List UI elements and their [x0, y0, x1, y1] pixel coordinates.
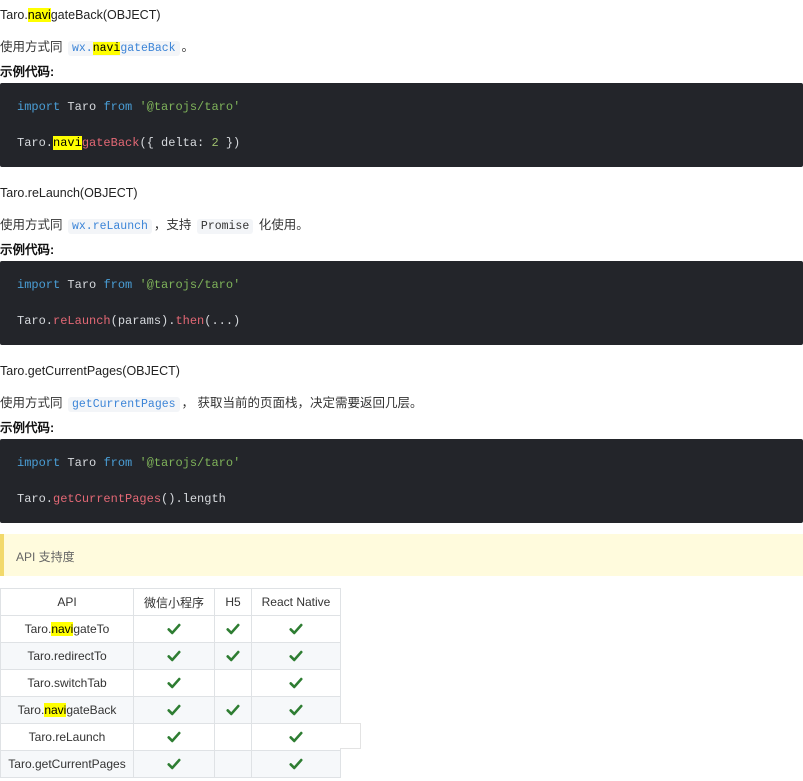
- api-name-cell: Taro.getCurrentPages: [0, 750, 134, 778]
- table-cell-overflow: [340, 723, 361, 749]
- api-name-cell: Taro.redirectTo: [0, 642, 134, 670]
- h5-support-cell: [214, 669, 252, 697]
- checkmark-icon: [167, 624, 181, 635]
- checkmark-icon: [289, 678, 303, 689]
- table-row: Taro.switchTab: [0, 669, 341, 697]
- code-line-call: Taro.navigateBack({ delta: 2 }): [17, 136, 241, 150]
- table-header-row: API 微信小程序 H5 React Native: [0, 588, 341, 616]
- rn-support-cell: [251, 723, 341, 751]
- example-label: 示例代码:: [0, 421, 55, 435]
- api-link-getcurrentpages[interactable]: getCurrentPages: [68, 397, 180, 412]
- checkmark-icon: [289, 759, 303, 770]
- api-name-cell: Taro.navigateTo: [0, 615, 134, 643]
- h5-support-cell: [214, 723, 252, 751]
- code-line-import: import Taro from '@tarojs/taro': [17, 100, 241, 114]
- example-label: 示例代码:: [0, 243, 55, 257]
- api-name-cell: Taro.reLaunch: [0, 723, 134, 751]
- checkmark-icon: [289, 732, 303, 743]
- section-heading-relaunch: Taro.reLaunch(OBJECT): [0, 186, 138, 200]
- tip-text: API 支持度: [16, 550, 75, 564]
- checkmark-icon: [167, 678, 181, 689]
- weapp-support-cell: [133, 696, 215, 724]
- table-row: Taro.getCurrentPages: [0, 750, 341, 778]
- api-support-tip: API 支持度: [0, 534, 803, 576]
- code-block-navigateback: import Taro from '@tarojs/taro' Taro.nav…: [0, 83, 803, 167]
- column-header-rn: React Native: [251, 588, 341, 616]
- h5-support-cell: [214, 696, 252, 724]
- h5-support-cell: [214, 750, 252, 778]
- weapp-support-cell: [133, 669, 215, 697]
- weapp-support-cell: [133, 642, 215, 670]
- code-block-getcurrentpages: import Taro from '@tarojs/taro' Taro.get…: [0, 439, 803, 523]
- checkmark-icon: [167, 705, 181, 716]
- h5-support-cell: [214, 615, 252, 643]
- section-description-relaunch: 使用方式同 wx.reLaunch ，支持 Promise 化使用。: [0, 218, 309, 234]
- table-row: Taro.reLaunch: [0, 723, 341, 751]
- api-name-cell: Taro.switchTab: [0, 669, 134, 697]
- section-description-getcurrentpages: 使用方式同 getCurrentPages， 获取当前的页面栈，决定需要返回几层…: [0, 396, 423, 412]
- checkmark-icon: [167, 651, 181, 662]
- section-description-navigateback: 使用方式同 wx.navigateBack。: [0, 40, 195, 56]
- rn-support-cell: [251, 696, 341, 724]
- column-header-h5: H5: [214, 588, 252, 616]
- column-header-api: API: [0, 588, 134, 616]
- section-heading-navigateback: Taro.navigateBack(OBJECT): [0, 8, 161, 22]
- api-support-table: API 微信小程序 H5 React Native Taro.navigateT…: [0, 588, 341, 778]
- api-link-wx-relaunch[interactable]: wx.reLaunch: [68, 219, 152, 234]
- api-name-cell: Taro.navigateBack: [0, 696, 134, 724]
- example-label: 示例代码:: [0, 65, 55, 79]
- rn-support-cell: [251, 750, 341, 778]
- checkmark-icon: [289, 705, 303, 716]
- checkmark-icon: [289, 624, 303, 635]
- table-row: Taro.redirectTo: [0, 642, 341, 670]
- checkmark-icon: [226, 624, 240, 635]
- code-line-import: import Taro from '@tarojs/taro': [17, 278, 241, 292]
- table-row: Taro.navigateBack: [0, 696, 341, 724]
- table-row: Taro.navigateTo: [0, 615, 341, 643]
- code-line-call: Taro.getCurrentPages().length: [17, 492, 226, 506]
- checkmark-icon: [167, 759, 181, 770]
- checkmark-icon: [167, 732, 181, 743]
- api-link-wx-navigateback[interactable]: wx.navigateBack: [68, 41, 180, 56]
- code-line-import: import Taro from '@tarojs/taro': [17, 456, 241, 470]
- h5-support-cell: [214, 642, 252, 670]
- rn-support-cell: [251, 642, 341, 670]
- checkmark-icon: [226, 651, 240, 662]
- section-heading-getcurrentpages: Taro.getCurrentPages(OBJECT): [0, 364, 180, 378]
- weapp-support-cell: [133, 750, 215, 778]
- rn-support-cell: [251, 615, 341, 643]
- code-line-call: Taro.reLaunch(params).then(...): [17, 314, 241, 328]
- checkmark-icon: [289, 651, 303, 662]
- inline-code-promise: Promise: [196, 219, 254, 234]
- code-block-relaunch: import Taro from '@tarojs/taro' Taro.reL…: [0, 261, 803, 345]
- checkmark-icon: [226, 705, 240, 716]
- weapp-support-cell: [133, 723, 215, 751]
- rn-support-cell: [251, 669, 341, 697]
- weapp-support-cell: [133, 615, 215, 643]
- column-header-weapp: 微信小程序: [133, 588, 215, 616]
